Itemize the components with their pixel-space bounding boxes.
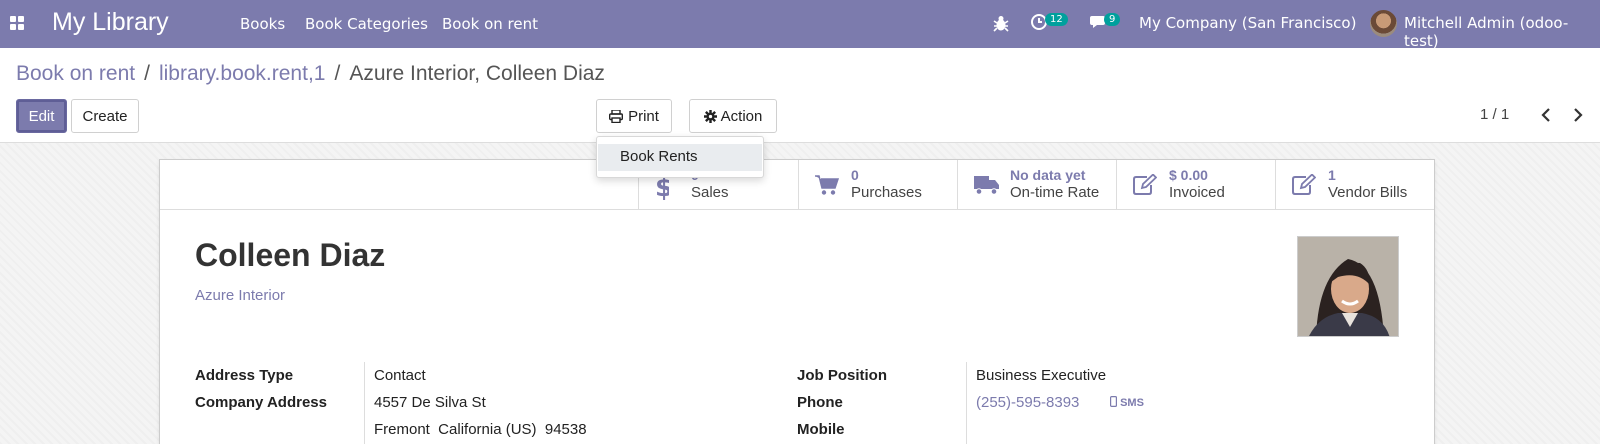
field-divider: [966, 362, 967, 444]
partner-company-link[interactable]: Azure Interior: [195, 287, 285, 304]
activity-count-badge: 12: [1045, 13, 1068, 26]
print-dropdown-menu: Book Rents: [596, 136, 764, 178]
menu-books[interactable]: Books: [240, 15, 285, 33]
company-address-label: Company Address: [195, 394, 327, 411]
vendor-bills-label: Vendor Bills: [1328, 184, 1408, 201]
on-time-rate-label: On-time Rate: [1010, 184, 1100, 201]
breadcrumb-book-on-rent[interactable]: Book on rent: [16, 62, 135, 85]
action-button-label: Action: [720, 107, 763, 125]
vendor-bills-smart-button[interactable]: 1 Vendor Bills: [1275, 160, 1435, 209]
invoiced-label: Invoiced: [1169, 184, 1225, 201]
job-position-value[interactable]: Business Executive: [976, 367, 1106, 384]
partner-photo[interactable]: [1297, 236, 1399, 337]
printer-icon: [609, 109, 624, 123]
invoiced-smart-button[interactable]: $ 0.00 Invoiced: [1116, 160, 1275, 209]
pager-value[interactable]: 1 / 1: [1480, 106, 1509, 123]
breadcrumb-separator: /: [334, 62, 341, 85]
pencil-square-icon: [1133, 174, 1157, 195]
company-switcher[interactable]: My Company (San Francisco): [1139, 14, 1356, 32]
truck-icon: [974, 176, 999, 195]
vendor-bills-value: 1: [1328, 167, 1336, 183]
menu-book-on-rent[interactable]: Book on rent: [442, 15, 538, 33]
edit-button[interactable]: Edit: [16, 99, 67, 133]
breadcrumb: Book on rent / library.book.rent,1 / Azure I…: [16, 62, 605, 86]
action-button[interactable]: Action: [689, 99, 777, 133]
breadcrumb-separator: /: [144, 62, 150, 85]
bug-icon[interactable]: [993, 14, 1009, 32]
user-avatar[interactable]: [1370, 10, 1397, 37]
sms-button[interactable]: SMS: [1110, 396, 1144, 409]
field-divider: [364, 362, 365, 444]
pager-previous-icon[interactable]: [1536, 104, 1556, 126]
print-button-label: Print: [628, 107, 659, 125]
print-button[interactable]: Print: [596, 99, 672, 133]
sms-label: SMS: [1120, 397, 1144, 409]
breadcrumb-record-ref[interactable]: library.book.rent,1: [159, 62, 326, 85]
user-menu[interactable]: Mitchell Admin (odoo-test): [1404, 14, 1600, 50]
mobile-label: Mobile: [797, 421, 845, 438]
purchases-value: 0: [851, 167, 859, 183]
print-menu-item-book-rents[interactable]: Book Rents: [598, 144, 762, 171]
app-title[interactable]: My Library: [52, 8, 169, 37]
invoiced-value: $ 0.00: [1169, 167, 1208, 183]
apps-menu-icon[interactable]: [10, 16, 24, 30]
breadcrumb-current: Azure Interior, Colleen Diaz: [349, 62, 605, 85]
phone-label: Phone: [797, 394, 843, 411]
on-time-rate-value: No data yet: [1010, 167, 1086, 183]
pencil-square-icon: [1292, 174, 1316, 195]
cart-icon: [815, 175, 839, 195]
smart-button-box: $ 0 Sales 0 Purchases No data yet On-tim…: [160, 160, 1434, 210]
message-count-badge: 9: [1104, 13, 1121, 26]
menu-book-categories[interactable]: Book Categories: [305, 15, 428, 33]
create-button[interactable]: Create: [71, 99, 139, 133]
city-state-zip-value[interactable]: Fremont California (US) 94538: [374, 421, 587, 438]
phone-link[interactable]: (255)-595-8393: [976, 394, 1079, 411]
address-type-label: Address Type: [195, 367, 294, 384]
purchases-label: Purchases: [851, 184, 922, 201]
partner-name: Colleen Diaz: [195, 237, 386, 273]
job-position-label: Job Position: [797, 367, 887, 384]
mobile-phone-icon: [1110, 396, 1118, 408]
street-value[interactable]: 4557 De Silva St: [374, 394, 486, 411]
pager-next-icon[interactable]: [1568, 104, 1588, 126]
purchases-smart-button[interactable]: 0 Purchases: [798, 160, 957, 209]
gear-icon: [703, 109, 717, 123]
top-navbar: My Library Books Book Categories Book on…: [0, 0, 1600, 50]
partner-photo-image: [1298, 237, 1398, 336]
on-time-rate-smart-button[interactable]: No data yet On-time Rate: [957, 160, 1116, 209]
address-type-value[interactable]: Contact: [374, 367, 426, 384]
sales-label: Sales: [691, 184, 729, 201]
